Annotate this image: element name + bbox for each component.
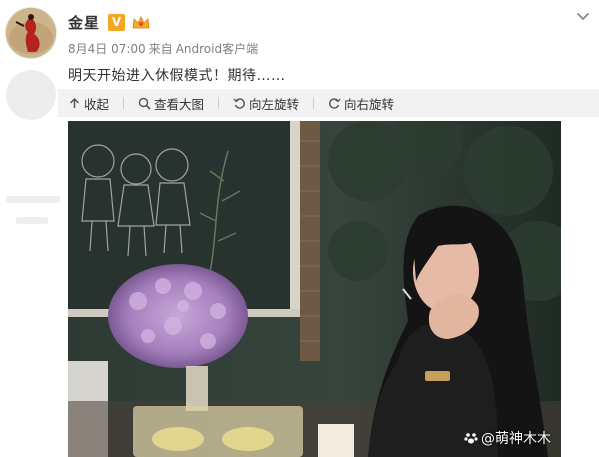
collapse-button[interactable]: 收起 xyxy=(68,94,109,113)
rotate-right-label: 向右旋转 xyxy=(344,96,395,112)
source-prefix: 来自 xyxy=(148,42,173,56)
author-row: 金星 V xyxy=(68,12,151,33)
rotate-left-icon xyxy=(233,97,245,109)
post-source[interactable]: Android客户端 xyxy=(176,42,258,56)
watermark: @萌神木木 xyxy=(464,428,551,448)
view-large-button[interactable]: 查看大图 xyxy=(138,94,204,113)
toolbar-divider xyxy=(123,97,125,109)
toolbar-divider xyxy=(313,97,315,109)
rotate-right-button[interactable]: 向右旋转 xyxy=(328,94,394,113)
post-meta: 8月4日 07:00 来自 Android客户端 xyxy=(68,40,261,57)
post-date[interactable]: 8月4日 07:00 xyxy=(68,42,146,56)
verified-badge[interactable]: V xyxy=(108,14,126,31)
post-photo[interactable]: @萌神木木 xyxy=(68,121,561,457)
author-name[interactable]: 金星 xyxy=(68,12,100,33)
paw-icon xyxy=(464,433,478,444)
paper-cup xyxy=(318,424,354,457)
avatar[interactable] xyxy=(6,8,56,58)
rotate-left-label: 向左旋转 xyxy=(249,96,300,112)
collapse-icon xyxy=(69,97,80,108)
post-text: 明天开始进入休假模式！期待…… xyxy=(68,68,286,84)
view-large-label: 查看大图 xyxy=(154,96,205,112)
magnifier-icon xyxy=(138,97,151,110)
rotate-left-button[interactable]: 向左旋转 xyxy=(233,94,299,113)
toolbar-divider xyxy=(218,97,220,109)
background-avatar xyxy=(6,70,56,120)
chevron-down-icon[interactable] xyxy=(573,6,593,26)
watermark-text: @萌神木木 xyxy=(481,431,551,447)
image-toolbar: 收起 查看大图 向左旋转 向右旋转 xyxy=(58,89,599,117)
background-sidebar-text xyxy=(6,196,60,238)
crown-icon[interactable] xyxy=(131,14,151,31)
collapse-label: 收起 xyxy=(84,96,110,112)
rotate-right-icon xyxy=(329,97,341,109)
